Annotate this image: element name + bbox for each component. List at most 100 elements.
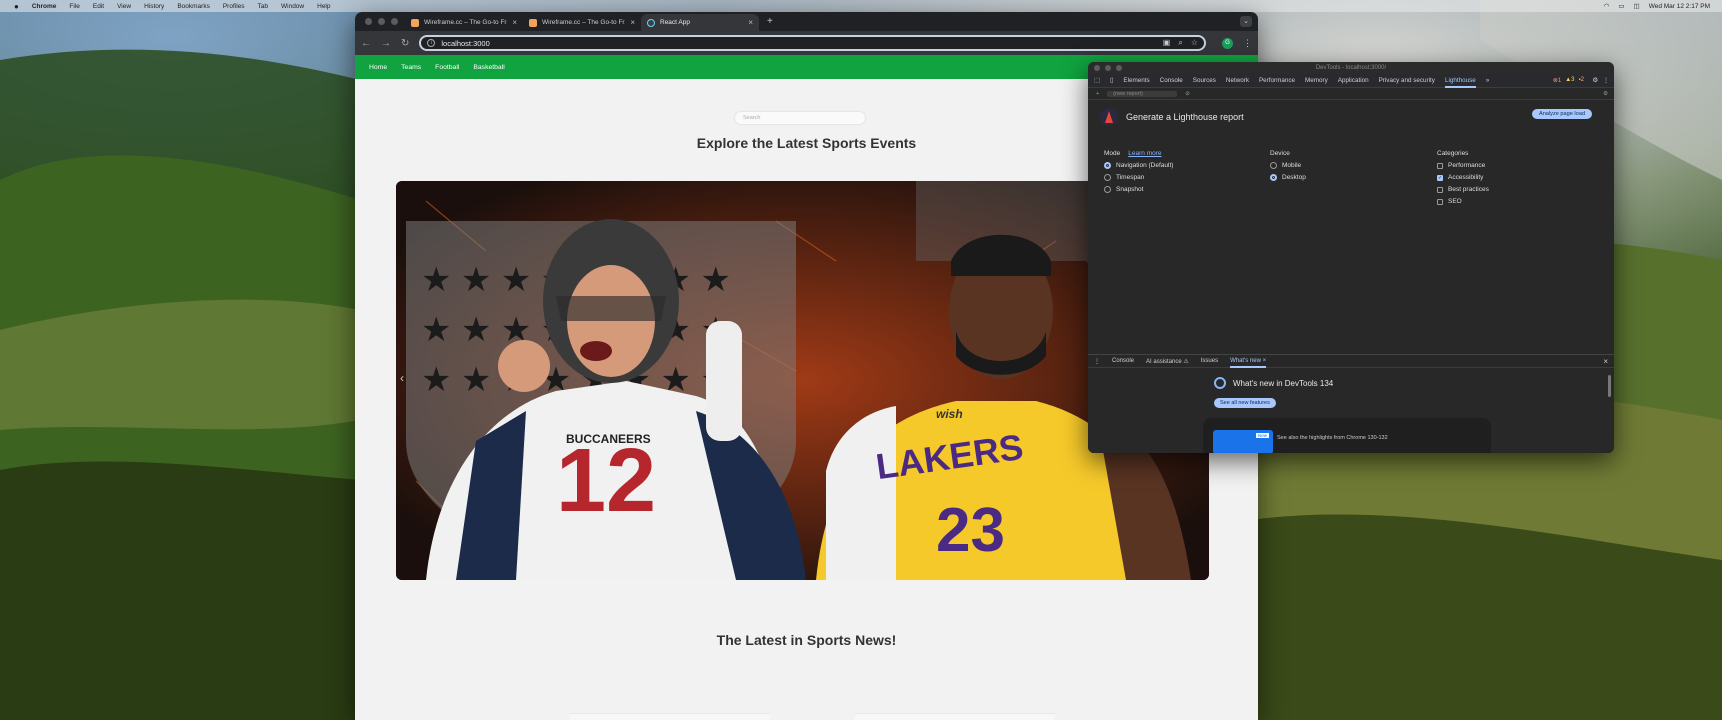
tab-performance[interactable]: Performance (1259, 77, 1295, 84)
profile-avatar[interactable]: G (1222, 37, 1233, 49)
wifi-icon[interactable]: ◠ (1604, 2, 1610, 10)
menu-profiles[interactable]: Profiles (223, 3, 245, 10)
menu-view[interactable]: View (117, 3, 131, 10)
zoom-icon[interactable]: ⌕ (1178, 38, 1182, 48)
drawer-scrollbar[interactable] (1608, 375, 1611, 397)
inspect-icon[interactable]: ⬚ (1094, 77, 1100, 84)
learn-more-link[interactable]: Learn more (1128, 150, 1161, 157)
error-count: ⊗1 (1552, 78, 1562, 84)
report-select[interactable]: (new report) (1107, 90, 1178, 97)
tab-wireframe-2[interactable]: Wireframe.cc – The Go-to Fr... × (523, 14, 641, 31)
more-tabs-icon[interactable]: » (1486, 77, 1490, 84)
see-all-features-button[interactable]: See all new features (1214, 398, 1276, 408)
checkbox-icon[interactable] (1437, 198, 1443, 205)
device-desktop[interactable]: Desktop (1270, 174, 1306, 181)
close-tab-icon[interactable]: × (512, 18, 517, 27)
menu-file[interactable]: File (69, 3, 79, 10)
device-mobile[interactable]: Mobile (1270, 162, 1306, 169)
nav-football[interactable]: Football (435, 64, 459, 71)
issue-counters[interactable]: ⊗1 ▲3 ▪2 (1553, 77, 1584, 84)
option-label: Mobile (1282, 162, 1302, 169)
apple-icon[interactable]: ● (14, 2, 19, 11)
url-text[interactable]: localhost:3000 (441, 39, 489, 48)
radio-icon[interactable] (1104, 186, 1111, 193)
close-window-button[interactable] (1094, 65, 1100, 71)
menu-tab[interactable]: Tab (258, 3, 268, 10)
site-info-icon[interactable]: i (427, 39, 436, 47)
search-input[interactable]: Search (735, 112, 865, 124)
forward-icon[interactable]: → (381, 38, 391, 49)
analyze-page-load-button[interactable]: Analyze page load (1531, 109, 1592, 119)
lighthouse-logo-icon (1100, 108, 1118, 126)
devtools-menu-icon[interactable]: ⋮ (1603, 77, 1609, 84)
category-accessibility[interactable]: ✓ Accessibility (1437, 174, 1489, 181)
mode-timespan[interactable]: Timespan (1104, 174, 1173, 181)
tab-sources[interactable]: Sources (1193, 77, 1216, 84)
radio-icon[interactable] (1104, 162, 1111, 169)
tab-wireframe-1[interactable]: Wireframe.cc – The Go-to Fr... × (405, 14, 523, 31)
checkbox-icon[interactable] (1437, 162, 1443, 169)
menu-chrome[interactable]: Chrome (32, 3, 57, 10)
carousel-prev-icon[interactable]: ‹ (400, 371, 404, 385)
drawer-tab-issues[interactable]: Issues (1201, 358, 1218, 364)
drawer-tab-whats-new[interactable]: What's new × (1230, 355, 1267, 368)
settings-gear-icon[interactable]: ⚙ (1592, 77, 1598, 84)
nav-home[interactable]: Home (369, 64, 387, 71)
menubar-clock[interactable]: Wed Mar 12 2:17 PM (1649, 3, 1710, 10)
tab-privacy-security[interactable]: Privacy and security (1379, 77, 1435, 84)
lighthouse-settings-icon[interactable]: ⚙ (1603, 91, 1608, 97)
new-report-icon[interactable]: + (1096, 91, 1099, 97)
tab-lighthouse[interactable]: Lighthouse (1444, 74, 1476, 88)
address-bar[interactable]: i localhost:3000 ▣ ⌕ ☆ (419, 35, 1206, 51)
checkbox-checked-icon[interactable]: ✓ (1437, 174, 1443, 181)
menu-window[interactable]: Window (281, 3, 304, 10)
minimize-window-button[interactable] (1105, 65, 1111, 71)
highlights-promo-card[interactable]: New See also the highlights from Chrome … (1203, 418, 1491, 453)
zoom-window-button[interactable] (1116, 65, 1122, 71)
drawer-tab-console[interactable]: Console (1112, 358, 1134, 364)
mode-snapshot[interactable]: Snapshot (1104, 186, 1173, 193)
control-center-icon[interactable]: ◫ (1634, 2, 1640, 10)
close-tab-icon[interactable]: × (630, 18, 635, 27)
back-icon[interactable]: ← (361, 38, 371, 49)
mode-navigation[interactable]: Navigation (Default) (1104, 162, 1173, 169)
nav-basketball[interactable]: Basketball (473, 64, 504, 71)
drawer-tab-ai-assistance[interactable]: AI assistance ⚠ (1146, 358, 1189, 365)
radio-icon[interactable] (1270, 162, 1277, 169)
menu-history[interactable]: History (144, 3, 164, 10)
tab-network[interactable]: Network (1226, 77, 1249, 84)
install-icon[interactable]: ▣ (1163, 38, 1171, 48)
tab-elements[interactable]: Elements (1123, 77, 1149, 84)
drawer-menu-icon[interactable]: ⋮ (1094, 358, 1100, 365)
battery-icon[interactable]: ▭ (1618, 2, 1624, 10)
menu-bookmarks[interactable]: Bookmarks (177, 3, 210, 10)
menu-help[interactable]: Help (317, 3, 330, 10)
clear-icon[interactable]: ⊘ (1185, 91, 1190, 97)
news-card[interactable] (855, 713, 1055, 720)
checkbox-icon[interactable] (1437, 186, 1443, 193)
devtools-title: DevTools - localhost:3000/ (1315, 65, 1387, 71)
close-window-button[interactable] (365, 18, 372, 25)
chrome-menu-icon[interactable]: ⋮ (1243, 38, 1252, 49)
close-drawer-icon[interactable]: × (1603, 357, 1608, 366)
bookmark-star-icon[interactable]: ☆ (1191, 38, 1198, 48)
news-card[interactable] (570, 713, 770, 720)
category-best-practices[interactable]: Best practices (1437, 186, 1489, 193)
device-toolbar-icon[interactable]: ▯ (1110, 77, 1113, 84)
category-performance[interactable]: Performance (1437, 162, 1489, 169)
close-tab-icon[interactable]: × (748, 18, 753, 27)
new-tab-button[interactable]: + (767, 16, 773, 27)
reload-icon[interactable]: ↻ (401, 38, 409, 49)
tab-console[interactable]: Console (1160, 77, 1183, 84)
minimize-window-button[interactable] (378, 18, 385, 25)
radio-icon[interactable] (1270, 174, 1277, 181)
tab-search-button[interactable]: ⌄ (1240, 16, 1252, 27)
nav-teams[interactable]: Teams (401, 64, 421, 71)
radio-icon[interactable] (1104, 174, 1111, 181)
tab-memory[interactable]: Memory (1305, 77, 1328, 84)
zoom-window-button[interactable] (391, 18, 398, 25)
tab-application[interactable]: Application (1338, 77, 1369, 84)
tab-react-app[interactable]: React App × (641, 14, 759, 31)
menu-edit[interactable]: Edit (93, 3, 104, 10)
category-seo[interactable]: SEO (1437, 198, 1489, 205)
